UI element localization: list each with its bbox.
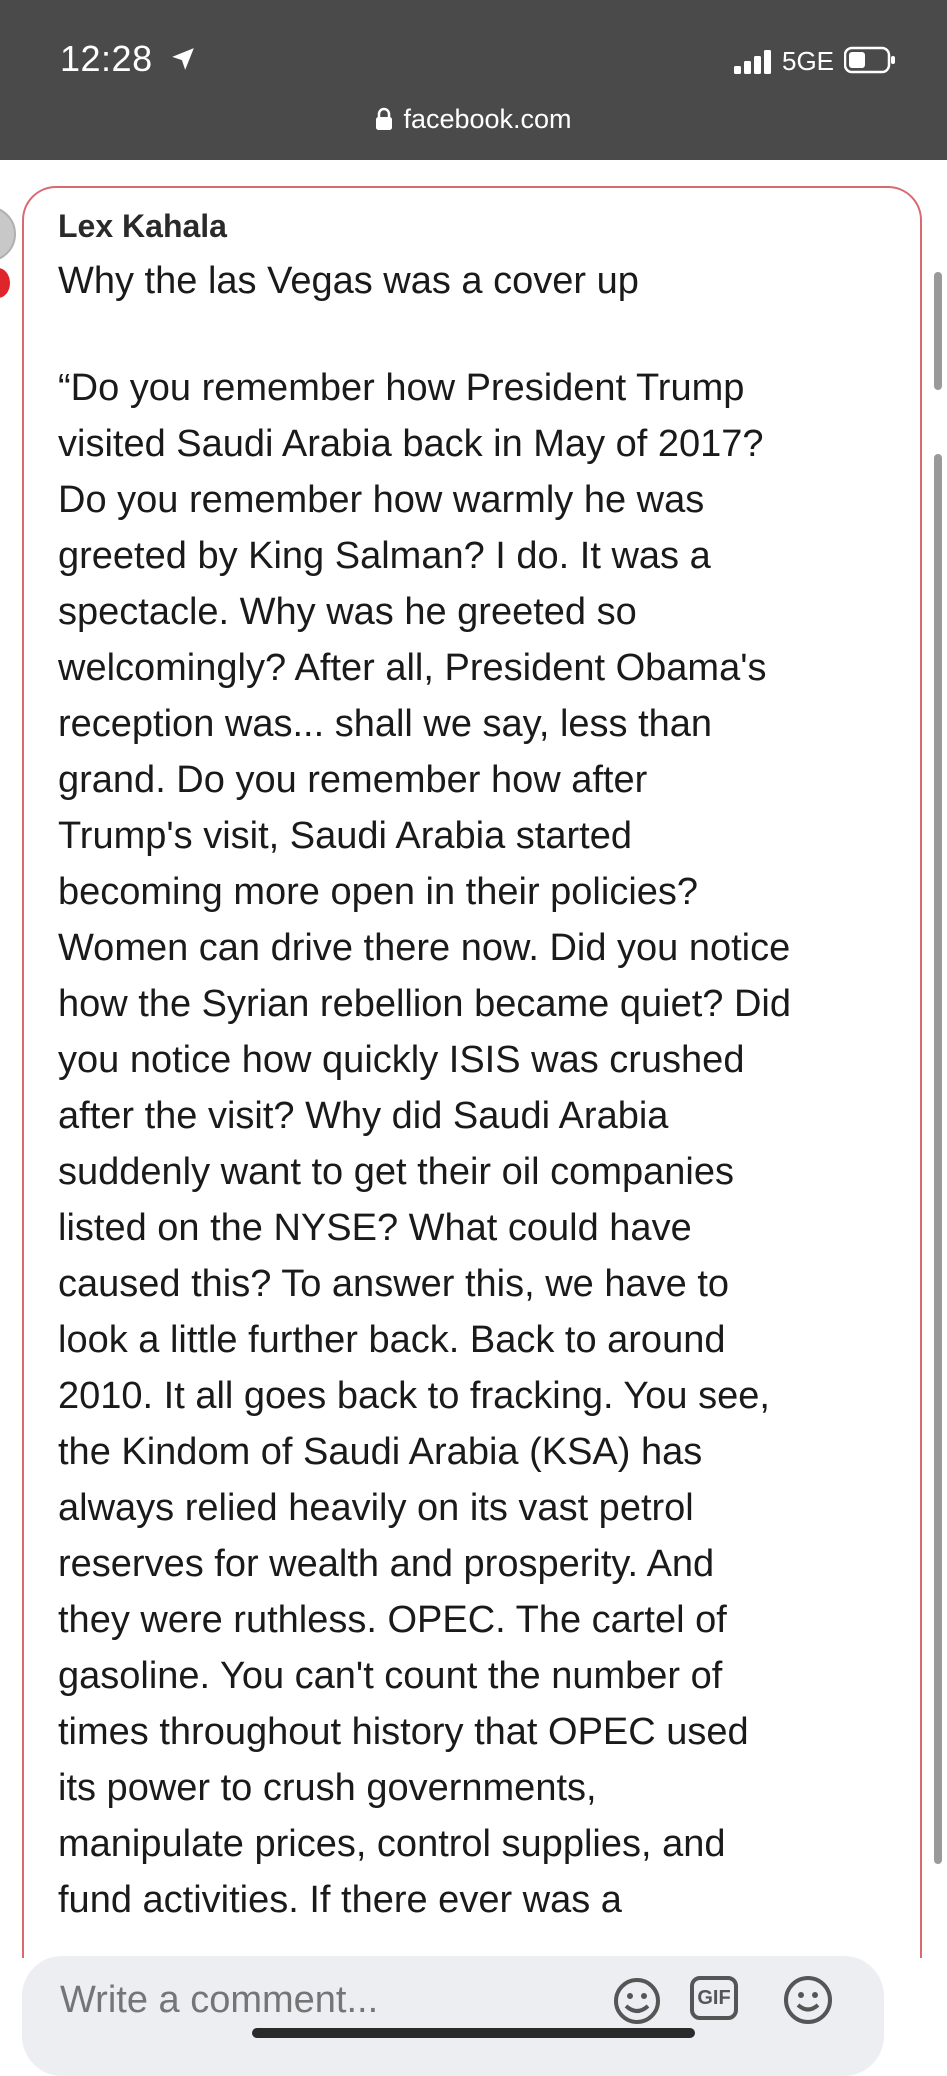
scrollbar[interactable] <box>934 454 942 1864</box>
emoji-icon[interactable] <box>782 1974 834 2026</box>
comment-body-line: grand. Do you remember how after <box>58 759 648 801</box>
comment-body-line: listed on the NYSE? What could have <box>58 1207 692 1249</box>
lock-icon <box>376 107 393 130</box>
comment-body-line: caused this? To answer this, we have to <box>58 1263 730 1305</box>
comment-body-line: greeted by King Salman? I do. It was a <box>58 535 711 577</box>
comment-body-line: Do you remember how warmly he was <box>58 479 705 521</box>
comment-body-line: Trump's visit, Saudi Arabia started <box>58 815 632 857</box>
comment-body-line: they were ruthless. OPEC. The cartel of <box>58 1599 727 1641</box>
comment-body-line: “Do you remember how President Trump <box>58 367 745 409</box>
comment-body-line: welcomingly? After all, President Obama'… <box>58 647 767 689</box>
sticker-icon[interactable] <box>612 1976 662 2026</box>
comment-body-line: look a little further back. Back to arou… <box>58 1319 726 1361</box>
comment-input[interactable] <box>58 1978 582 2023</box>
comment-body-line: how the Syrian rebellion became quiet? D… <box>58 983 791 1025</box>
comment-body-line: becoming more open in their policies? <box>58 871 699 913</box>
comment-body: “Do you remember how President Trump visi… <box>58 360 918 1928</box>
status-and-url-bar: 12:28 5GE facebook.com <box>0 0 947 160</box>
comment-title: Why the las Vegas was a cover up <box>58 260 639 302</box>
comment-body-line: fund activities. If there ever was a <box>58 1879 622 1921</box>
comment-body-line: always relied heavily on its vast petrol <box>58 1487 694 1529</box>
comment-body-line: times throughout history that OPEC used <box>58 1711 749 1753</box>
scrollbar-upper[interactable] <box>934 272 942 390</box>
comment-body-line: gasoline. You can't count the number of <box>58 1655 723 1697</box>
url-text: facebook.com <box>403 104 572 134</box>
comment-body-line: reserves for wealth and prosperity. And <box>58 1543 715 1585</box>
comment-body-line: manipulate prices, control supplies, and <box>58 1823 726 1865</box>
signal-bars-icon <box>734 50 771 74</box>
battery-icon <box>844 46 895 74</box>
comment-body-line: reception was... shall we say, less than <box>58 703 713 745</box>
avatar[interactable] <box>0 206 16 262</box>
address-bar[interactable]: facebook.com <box>0 104 947 135</box>
comment-body-line: spectacle. Why was he greeted so <box>58 591 637 633</box>
comment-composer[interactable]: GIF <box>22 1956 884 2076</box>
comment-body-line: the Kindom of Saudi Arabia (KSA) has <box>58 1431 703 1473</box>
gif-icon[interactable]: GIF <box>690 1976 738 2020</box>
comment-body-line: 2010. It all goes back to fracking. You … <box>58 1375 770 1417</box>
comment-author[interactable]: Lex Kahala <box>58 208 227 245</box>
comment-body-line: suddenly want to get their oil companies <box>58 1151 734 1193</box>
home-indicator[interactable] <box>252 2028 695 2038</box>
comment-body-line: its power to crush governments, <box>58 1767 597 1809</box>
network-type: 5GE <box>782 46 835 76</box>
status-time: 12:28 <box>60 38 153 79</box>
notification-dot <box>0 268 10 298</box>
comment-body-line: visited Saudi Arabia back in May of 2017… <box>58 423 764 465</box>
location-arrow-icon <box>172 48 194 70</box>
comment-body-line: Women can drive there now. Did you notic… <box>58 927 791 969</box>
comment-body-line: after the visit? Why did Saudi Arabia <box>58 1095 669 1137</box>
comment-bubble: Lex Kahala Why the las Vegas was a cover… <box>22 186 922 1958</box>
comment-body-line: you notice how quickly ISIS was crushed <box>58 1039 745 1081</box>
